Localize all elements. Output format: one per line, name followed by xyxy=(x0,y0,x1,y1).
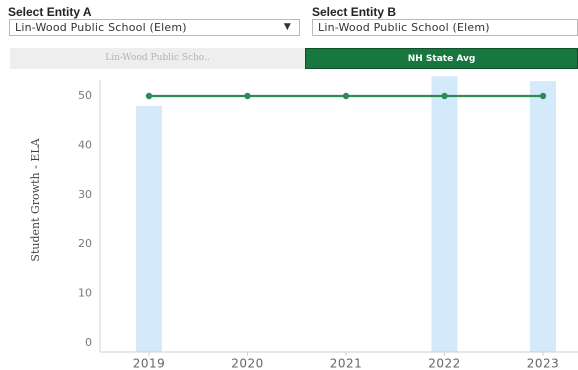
x-tick-label: 2022 xyxy=(428,357,461,370)
x-tick-label: 2021 xyxy=(330,357,363,370)
state-avg-point xyxy=(145,92,153,100)
y-tick-label: 0 xyxy=(85,336,92,349)
x-tick-label: 2020 xyxy=(231,357,264,370)
bar xyxy=(530,81,556,353)
y-tick-label: 10 xyxy=(78,287,92,300)
x-tick-label: 2023 xyxy=(527,357,560,370)
student-growth-chart: 0 10 20 30 40 50 2019 2020 2021 2022 2023 Student … xyxy=(29,76,578,370)
state-avg-point xyxy=(441,92,448,100)
bar xyxy=(431,76,458,353)
y-tick-label: 40 xyxy=(78,138,92,151)
x-tick-label: 2019 xyxy=(133,357,166,370)
y-axis-title: Student Growth - ELA xyxy=(29,137,42,261)
state-avg-point xyxy=(342,92,350,100)
y-tick-label: 20 xyxy=(78,237,92,250)
state-avg-point xyxy=(244,92,251,100)
bar xyxy=(136,105,162,352)
y-tick-label: 30 xyxy=(78,188,92,201)
y-tick-label: 50 xyxy=(78,89,92,102)
state-avg-point xyxy=(539,92,547,100)
